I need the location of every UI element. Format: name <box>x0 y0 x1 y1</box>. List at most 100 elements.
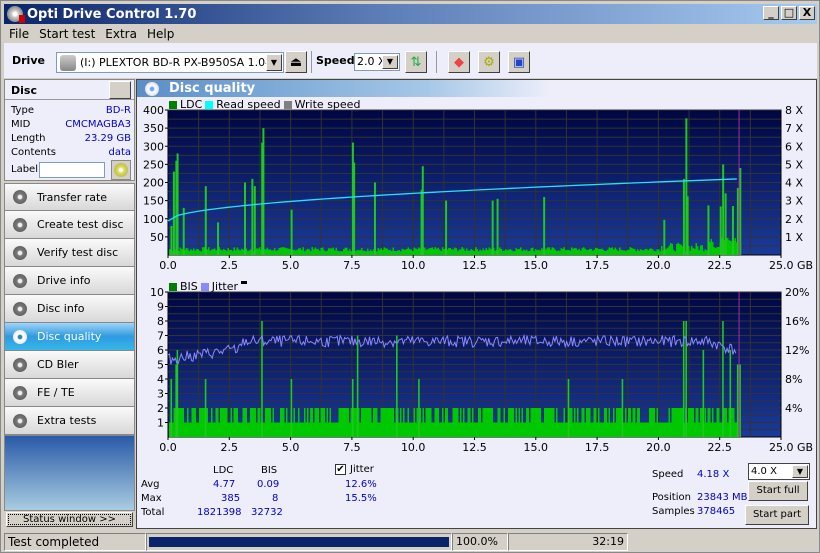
chevron-down-icon[interactable]: ▼ <box>792 465 808 478</box>
ldc-spike <box>421 166 424 255</box>
ldc-bar <box>734 238 736 255</box>
refresh-button[interactable]: ⇅ <box>405 51 427 73</box>
ldc-bar <box>310 250 312 255</box>
nav-create-test-disc[interactable]: Create test disc <box>4 211 135 239</box>
start-full-button[interactable]: Start full <box>748 481 808 501</box>
bis-bar <box>172 422 174 437</box>
ldc-bar <box>484 250 486 255</box>
ldc-bar <box>442 247 444 255</box>
bis-bar <box>667 422 669 437</box>
ldc-bar <box>490 248 492 255</box>
disc-panel-button[interactable] <box>109 81 131 99</box>
nav-drive-info[interactable]: Drive info <box>4 267 135 295</box>
bis-bar <box>232 422 234 437</box>
bis-bar <box>553 408 555 437</box>
bis-bar <box>598 408 600 437</box>
ldc-spike <box>739 168 742 255</box>
save-button[interactable]: ▣ <box>508 51 530 73</box>
bis-bar <box>220 408 222 437</box>
disc-label-button[interactable] <box>111 160 131 180</box>
stats-total-bis: 32732 <box>251 507 283 518</box>
eject-button[interactable]: ⏏ <box>285 51 307 73</box>
disc-mid-value: CMCMAGBA3 <box>65 119 131 130</box>
bis-bar <box>466 422 468 437</box>
ldc-bar <box>214 248 216 255</box>
x-tick-label: 2.5 <box>221 441 239 454</box>
ldc-bar <box>517 249 519 255</box>
disc-icon <box>13 385 27 400</box>
ldc-bar <box>191 250 193 255</box>
minimize-button[interactable]: _ <box>763 6 779 20</box>
bis-bar <box>596 422 598 437</box>
close-button[interactable]: X <box>799 6 815 20</box>
ldc-bar <box>227 248 229 255</box>
bis-bar <box>511 408 513 437</box>
menu-start-test[interactable]: Start test <box>34 27 100 41</box>
chevron-down-icon[interactable]: ▼ <box>266 54 282 71</box>
nav-fe-te[interactable]: FE / TE <box>4 379 135 407</box>
ldc-bar <box>691 245 693 255</box>
disc-label-input[interactable] <box>39 162 105 178</box>
jitter-checkbox[interactable]: ✔ <box>335 464 346 475</box>
bis-bar <box>298 408 300 437</box>
ldc-bar <box>584 248 586 255</box>
erase-button[interactable]: ◆ <box>448 51 470 73</box>
start-part-button[interactable]: Start part <box>745 505 809 525</box>
ldc-bar <box>377 248 379 255</box>
ldc-bar <box>583 247 585 255</box>
menu-extra[interactable]: Extra <box>100 27 142 41</box>
ldc-bar <box>604 250 606 255</box>
menu-help[interactable]: Help <box>142 27 179 41</box>
ldc-bar <box>454 247 456 255</box>
ldc-bar <box>532 247 534 255</box>
ldc-bar <box>689 250 691 255</box>
nav-transfer-rate[interactable]: Transfer rate <box>4 183 135 211</box>
bis-bar <box>734 422 736 437</box>
chevron-down-icon[interactable]: ▼ <box>382 55 398 69</box>
ldc-bar <box>431 247 433 255</box>
ldc-bar <box>521 250 523 255</box>
ldc-bar <box>551 247 553 255</box>
ldc-bar <box>643 250 645 255</box>
ldc-bar <box>646 248 648 255</box>
nav-cd-bler[interactable]: CD Bler <box>4 351 135 379</box>
maximize-button[interactable]: □ <box>781 6 797 20</box>
ldc-bar <box>304 251 306 255</box>
test-speed-select[interactable]: 4.0 X ▼ <box>748 463 810 480</box>
nav-disc-info[interactable]: Disc info <box>4 295 135 323</box>
disc-type-key: Type <box>11 105 34 116</box>
speed-select[interactable]: 2.0 X ▼ <box>354 53 400 71</box>
drive-select[interactable]: (I:) PLEXTOR BD-R PX-B950SA 1.04 ▼ <box>56 52 284 73</box>
bis-bar <box>515 408 517 437</box>
bis-bar <box>527 408 529 437</box>
bis-bar <box>664 422 666 437</box>
ldc-bar <box>479 249 481 255</box>
nav-extra-tests[interactable]: Extra tests <box>4 407 135 435</box>
bis-bar <box>698 422 700 437</box>
ldc-bar <box>371 250 373 255</box>
jitter-toggle[interactable]: ✔ Jitter <box>335 464 374 475</box>
bis-bar <box>451 422 453 437</box>
ldc-spike <box>491 200 494 255</box>
settings-button[interactable]: ⚙ <box>478 51 500 73</box>
status-window-button[interactable]: Status window >> <box>6 512 133 527</box>
ldc-bar <box>220 249 222 255</box>
nav-verify-test-disc[interactable]: Verify test disc <box>4 239 135 267</box>
bis-bar <box>319 422 321 437</box>
ldc-bar <box>614 247 616 255</box>
ldc-bar <box>440 251 442 255</box>
ldc-bar <box>461 247 463 255</box>
ldc-bar <box>277 250 279 255</box>
ldc-bar <box>226 250 228 255</box>
ldc-bar <box>502 251 504 255</box>
test-speed-value: 4.0 X <box>751 466 777 477</box>
x-tick-label: 20.0 <box>646 259 671 272</box>
bis-bar <box>679 408 681 437</box>
bis-bar <box>616 408 618 437</box>
ldc-bar <box>650 248 652 255</box>
ldc-bar <box>466 248 468 255</box>
nav-disc-quality[interactable]: Disc quality <box>4 323 135 351</box>
ldc-bar <box>223 248 225 255</box>
menu-file[interactable]: File <box>4 27 34 41</box>
bis-bar <box>502 422 504 437</box>
